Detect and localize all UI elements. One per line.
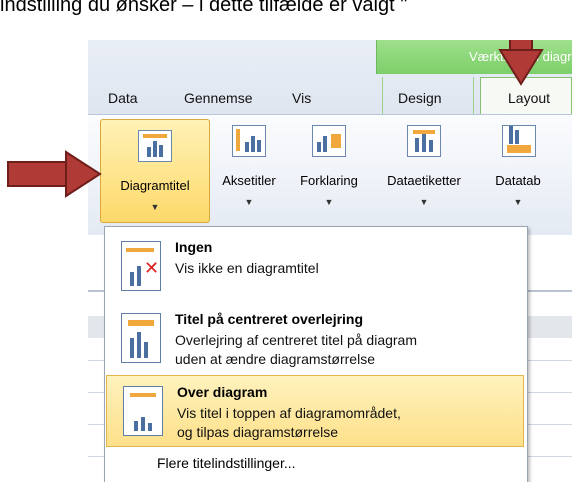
menu-item-description: Vis ikke en diagramtitel xyxy=(175,260,319,276)
tab-vis[interactable]: Vis xyxy=(292,90,311,106)
chevron-down-icon: ▼ xyxy=(419,197,429,207)
centered-overlay-title-icon xyxy=(121,313,161,363)
aksetitler-label: Aksetitler xyxy=(222,173,276,188)
chevron-down-icon: ▼ xyxy=(150,202,160,212)
chevron-down-icon: ▼ xyxy=(324,197,334,207)
datatabel-button[interactable]: Datatab ▼ xyxy=(478,115,558,215)
tab-data[interactable]: Data xyxy=(108,90,138,106)
diagramtitel-label: Diagramtitel xyxy=(120,178,190,193)
no-title-icon: ✕ xyxy=(121,241,161,291)
chart-title-icon xyxy=(138,130,172,162)
more-title-options-link[interactable]: Flere titelindstillinger... xyxy=(157,455,296,471)
menu-item-title: Ingen xyxy=(175,239,213,255)
ribbon: Diagramtitel ▼ Aksetitler ▼ Forklaring ▼ xyxy=(88,114,572,235)
menu-item-ingen[interactable]: ✕ Ingen Vis ikke en diagramtitel xyxy=(105,231,525,303)
forklaring-button[interactable]: Forklaring ▼ xyxy=(288,115,370,215)
legend-icon xyxy=(312,125,346,157)
right-arrow-icon xyxy=(7,150,102,198)
diagramtitel-dropdown-menu: ✕ Ingen Vis ikke en diagramtitel Titel p… xyxy=(104,226,528,482)
menu-item-description: Vis titel i toppen af diagramområdet, og … xyxy=(177,405,401,440)
menu-item-title: Over diagram xyxy=(177,384,268,400)
tab-layout[interactable]: Layout xyxy=(508,90,550,106)
dataetiketter-button[interactable]: Dataetiketter ▼ xyxy=(372,115,476,215)
forklaring-label: Forklaring xyxy=(300,173,358,188)
caption-text: indstilling du ønsker – i dette tilfælde… xyxy=(0,0,408,16)
axis-titles-icon xyxy=(232,125,266,157)
menu-item-title: Titel på centreret overlejring xyxy=(175,311,364,327)
data-labels-icon xyxy=(407,125,441,157)
tab-design[interactable]: Design xyxy=(398,90,442,106)
data-table-icon xyxy=(502,125,536,157)
datatabel-label: Datatab xyxy=(495,173,541,188)
aksetitler-button[interactable]: Aksetitler ▼ xyxy=(212,115,286,215)
chevron-down-icon: ▼ xyxy=(244,197,254,207)
dataetiketter-label: Dataetiketter xyxy=(387,173,461,188)
title-above-chart-icon xyxy=(123,386,163,436)
chevron-down-icon: ▼ xyxy=(513,197,523,207)
menu-item-description: Overlejring af centreret titel på diagra… xyxy=(175,332,417,367)
menu-item-over-diagram[interactable]: Over diagram Vis titel i toppen af diagr… xyxy=(106,375,524,447)
tab-gennemse[interactable]: Gennemse xyxy=(184,90,252,106)
excel-ribbon-screenshot: Værktøjer til diagrammer Data Gennemse V… xyxy=(88,40,572,482)
down-arrow-icon xyxy=(498,40,544,86)
diagramtitel-button[interactable]: Diagramtitel ▼ xyxy=(100,119,210,223)
menu-item-centreret-overlejring[interactable]: Titel på centreret overlejring Overlejri… xyxy=(105,303,525,375)
